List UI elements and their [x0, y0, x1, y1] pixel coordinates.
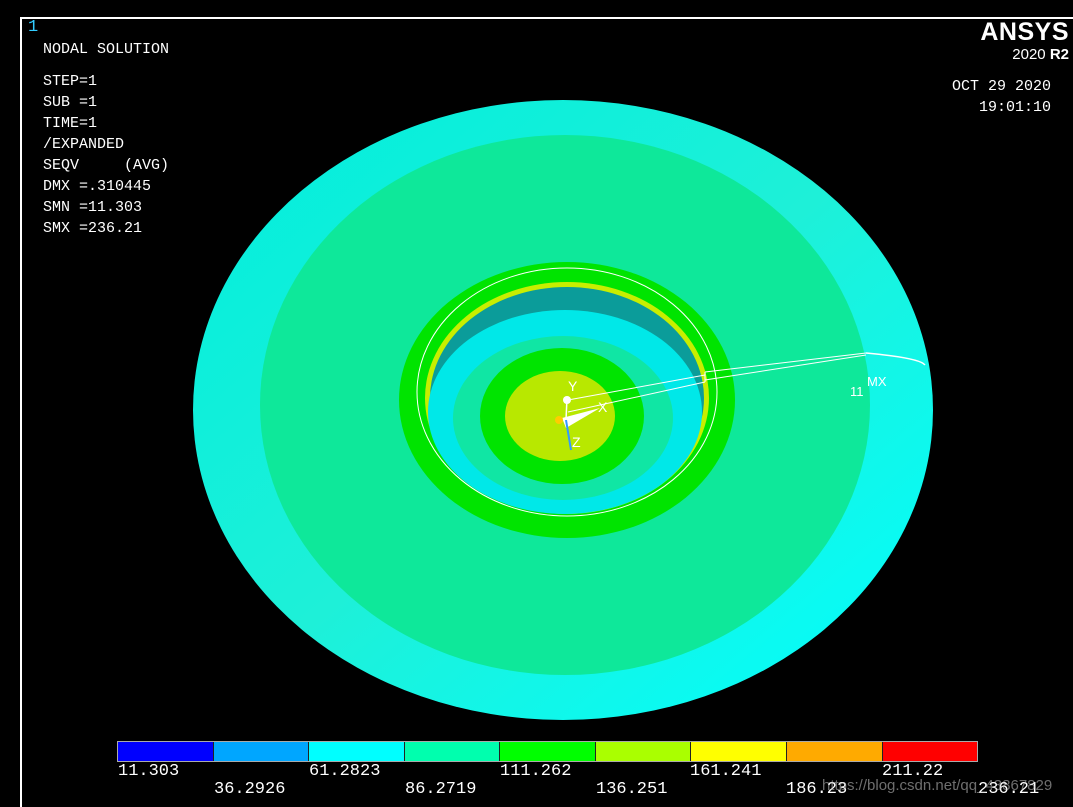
legend-label: 161.241 — [690, 762, 762, 781]
triad-origin — [563, 396, 571, 404]
legend-label: 136.251 — [596, 780, 668, 799]
node-marker-label: 11 — [850, 384, 864, 399]
triad-center — [555, 416, 563, 424]
legend-label: 86.2719 — [405, 780, 477, 799]
legend-swatch — [786, 742, 883, 761]
watermark: https://blog.csdn.net/qq_43867829 — [822, 777, 1053, 794]
legend-label: 36.2926 — [214, 780, 286, 799]
legend-label: 11.303 — [118, 762, 180, 781]
contour-legend-bar — [117, 741, 978, 762]
legend-swatch — [500, 742, 596, 761]
mx-marker-label: MX — [867, 374, 887, 389]
model-viewport[interactable]: Y X Z 11 MX — [0, 0, 1073, 807]
core-yellow — [505, 371, 615, 461]
triad-x-label: X — [598, 399, 608, 415]
legend-swatch — [118, 742, 214, 761]
legend-swatch — [213, 742, 310, 761]
legend-swatch — [404, 742, 501, 761]
legend-swatch — [309, 742, 405, 761]
legend-swatch — [691, 742, 787, 761]
legend-label: 61.2823 — [309, 762, 381, 781]
legend-label: 111.262 — [500, 762, 572, 781]
triad-y-label: Y — [568, 378, 578, 394]
triad-z-label: Z — [572, 434, 581, 450]
legend-swatch — [595, 742, 692, 761]
legend-swatch — [882, 742, 978, 761]
